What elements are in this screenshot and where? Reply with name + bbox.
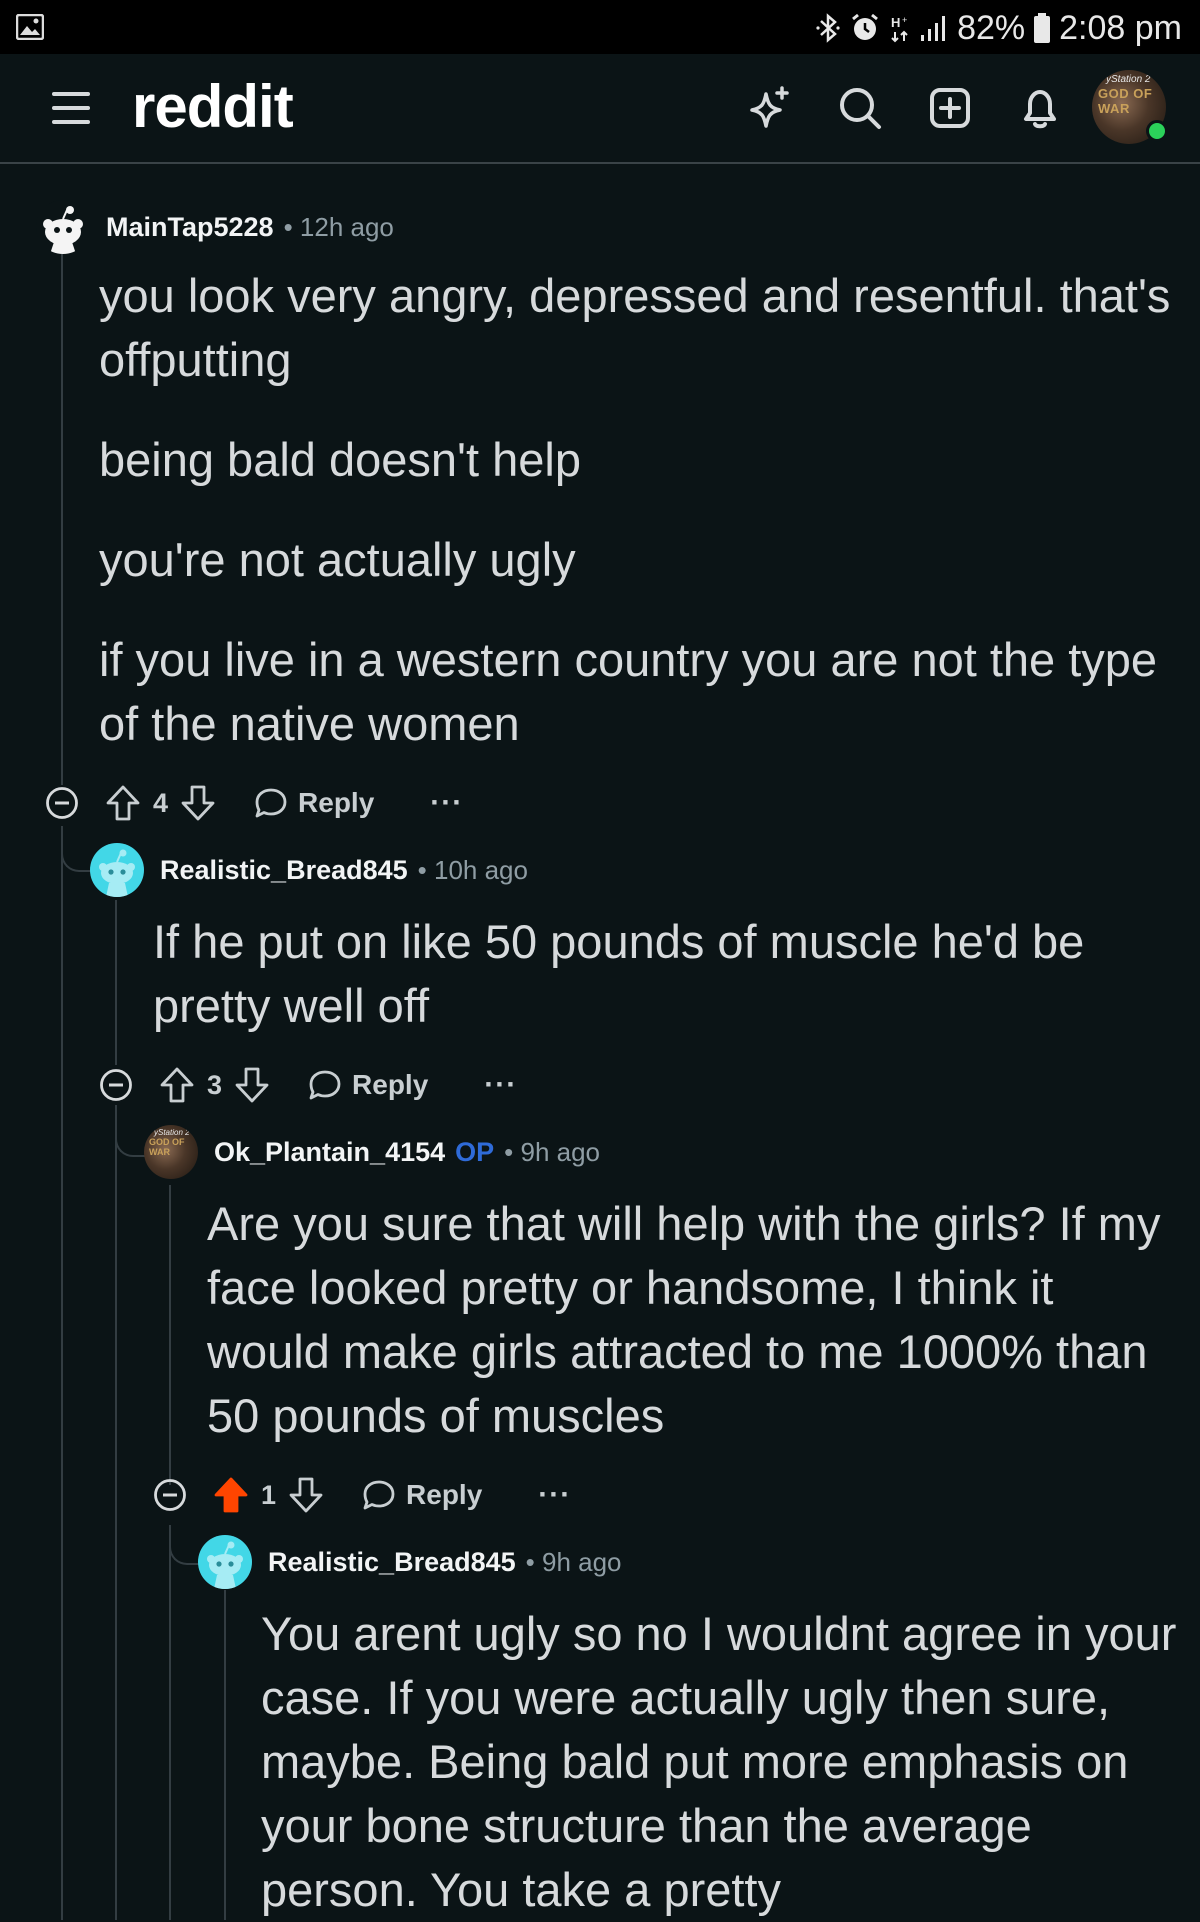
comment-time: • 10h ago bbox=[417, 854, 528, 885]
battery-percent: 82% bbox=[957, 8, 1026, 47]
vote-count: 3 bbox=[207, 1069, 223, 1100]
avatar[interactable]: yStation 2 GOD OF WAR bbox=[144, 1125, 198, 1179]
more-options-button[interactable]: ··· bbox=[430, 786, 463, 820]
search-icon[interactable] bbox=[836, 84, 884, 132]
app-header: reddit yStation 2 GOD OF WAR bbox=[0, 54, 1200, 164]
clock: 2:08 pm bbox=[1059, 8, 1182, 47]
thread-line bbox=[61, 826, 63, 1920]
sparkle-icon[interactable] bbox=[746, 84, 794, 132]
signal-icon bbox=[921, 16, 946, 41]
vote-count: 4 bbox=[153, 787, 169, 818]
comment-body: If he put on like 50 pounds of muscle he… bbox=[153, 915, 1085, 1032]
downvote-icon[interactable] bbox=[180, 784, 216, 822]
comment-actions: 1 Reply ··· bbox=[153, 1470, 571, 1520]
comment-header: MainTap5228 • 12h ago bbox=[36, 200, 394, 254]
reply-icon bbox=[363, 1480, 395, 1510]
menu-icon[interactable] bbox=[52, 90, 92, 126]
reply-icon bbox=[255, 788, 287, 818]
bluetooth-icon bbox=[816, 13, 840, 43]
reddit-logo[interactable]: reddit bbox=[132, 72, 294, 141]
snoo-icon bbox=[207, 1541, 243, 1589]
thread-line bbox=[169, 1525, 171, 1920]
comment-body: Are you sure that will help with the gir… bbox=[207, 1197, 1161, 1442]
comment-actions: 3 Reply ··· bbox=[99, 1060, 517, 1110]
avatar[interactable] bbox=[90, 843, 144, 897]
thread-line bbox=[115, 1105, 117, 1920]
collapse-icon[interactable] bbox=[45, 786, 79, 820]
comment-header: yStation 2 GOD OF WAR Ok_Plantain_4154 O… bbox=[144, 1125, 600, 1179]
network-h-icon: H + bbox=[891, 15, 908, 43]
battery-icon bbox=[1034, 13, 1051, 43]
svg-text:+: + bbox=[902, 15, 907, 25]
collapse-icon[interactable] bbox=[99, 1068, 133, 1102]
comment-actions: 4 Reply ··· bbox=[45, 778, 463, 828]
thread-line bbox=[169, 1185, 171, 1485]
comment-time: • 9h ago bbox=[504, 1136, 601, 1167]
alarm-icon bbox=[852, 13, 879, 40]
reply-button[interactable]: Reply bbox=[254, 786, 374, 820]
reply-button[interactable]: Reply bbox=[308, 1068, 428, 1102]
avatar[interactable] bbox=[36, 200, 90, 254]
thread-line bbox=[61, 250, 63, 785]
downvote-icon[interactable] bbox=[234, 1066, 270, 1104]
create-post-icon[interactable] bbox=[926, 84, 974, 132]
downvote-icon[interactable] bbox=[288, 1476, 324, 1514]
notifications-icon[interactable] bbox=[1016, 84, 1064, 132]
upvote-icon[interactable] bbox=[159, 1066, 195, 1104]
snoo-icon bbox=[99, 849, 135, 897]
reply-icon bbox=[309, 1070, 341, 1100]
username[interactable]: Realistic_Bread845 bbox=[160, 855, 408, 886]
thread-branch bbox=[115, 1105, 147, 1157]
comment-body: You arent ugly so no I wouldnt agree in … bbox=[261, 1607, 1177, 1916]
status-bar: H + 82% 2:08 pm bbox=[0, 0, 1200, 54]
comment-header: Realistic_Bread845 • 9h ago bbox=[198, 1535, 622, 1589]
username[interactable]: Realistic_Bread845 bbox=[268, 1547, 516, 1578]
username[interactable]: MainTap5228 bbox=[106, 212, 274, 243]
vote-count: 1 bbox=[261, 1479, 277, 1510]
comment-header: Realistic_Bread845 • 10h ago bbox=[90, 843, 528, 897]
snoo-icon bbox=[43, 206, 83, 254]
thread-line bbox=[115, 900, 117, 1065]
username[interactable]: Ok_Plantain_4154 bbox=[214, 1137, 445, 1168]
avatar[interactable] bbox=[198, 1535, 252, 1589]
thread-branch bbox=[169, 1525, 201, 1565]
more-options-button[interactable]: ··· bbox=[484, 1068, 517, 1102]
comment-body: you look very angry, depressed and resen… bbox=[99, 269, 1171, 750]
upvote-icon[interactable] bbox=[213, 1476, 249, 1514]
gallery-icon bbox=[16, 14, 44, 40]
svg-text:H: H bbox=[891, 15, 900, 30]
upvote-icon[interactable] bbox=[105, 784, 141, 822]
reply-button[interactable]: Reply bbox=[362, 1478, 482, 1512]
thread-branch bbox=[61, 826, 93, 872]
comment-time: • 9h ago bbox=[525, 1546, 622, 1577]
online-status-dot bbox=[1146, 120, 1168, 142]
more-options-button[interactable]: ··· bbox=[538, 1478, 571, 1512]
op-badge: OP bbox=[455, 1136, 495, 1167]
user-avatar-button[interactable]: yStation 2 GOD OF WAR bbox=[1092, 70, 1168, 144]
collapse-icon[interactable] bbox=[153, 1478, 187, 1512]
comment-time: • 12h ago bbox=[283, 211, 394, 242]
thread-line bbox=[224, 1590, 226, 1920]
